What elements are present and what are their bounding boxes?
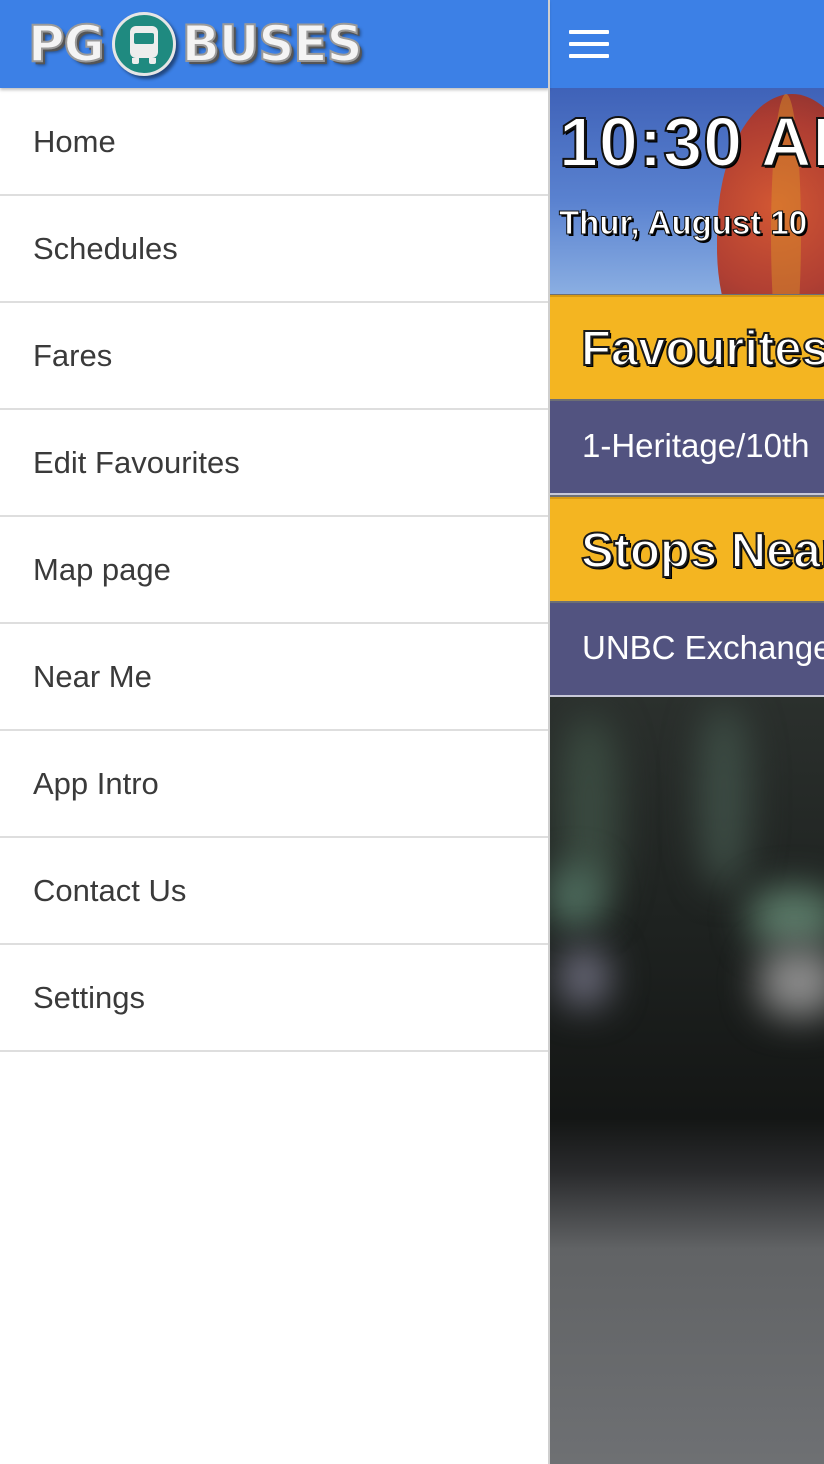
background-photo xyxy=(549,697,824,1464)
menu-item-fares[interactable]: Fares xyxy=(0,303,549,410)
main-header xyxy=(549,0,824,88)
hamburger-menu-icon[interactable] xyxy=(569,30,609,58)
clock-time: 10:30 AM xyxy=(558,102,824,182)
menu-item-schedules[interactable]: Schedules xyxy=(0,196,549,303)
app-screen: 10:30 AM Thur, August 10 Favourites 1-He… xyxy=(0,0,824,1464)
stop-item-label: UNBC Exchange xyxy=(582,629,824,666)
drawer-edge xyxy=(548,0,550,1464)
stops-near-header: Stops Near Me xyxy=(549,497,824,601)
favourite-item-label: 1-Heritage/10th xyxy=(582,427,810,464)
drawer-header: PG BUSES xyxy=(0,0,549,88)
clock-banner: 10:30 AM Thur, August 10 xyxy=(549,88,824,294)
pg-buses-logo[interactable]: PG BUSES xyxy=(27,10,364,78)
menu-item-edit-favourites[interactable]: Edit Favourites xyxy=(0,410,549,517)
navigation-drawer: PG BUSES Home Schedules Fares Edit Favou… xyxy=(0,0,549,1464)
logo-text-pg: PG xyxy=(27,14,106,74)
menu-item-contact-us[interactable]: Contact Us xyxy=(0,838,549,945)
menu-item-app-intro[interactable]: App Intro xyxy=(0,731,549,838)
menu-item-map-page[interactable]: Map page xyxy=(0,517,549,624)
menu-item-settings[interactable]: Settings xyxy=(0,945,549,1052)
stops-near-title: Stops Near Me xyxy=(580,523,824,579)
favourites-header: Favourites xyxy=(549,295,824,399)
logo-text-buses: BUSES xyxy=(181,14,364,74)
favourite-item[interactable]: 1-Heritage/10th xyxy=(549,401,824,495)
stop-item[interactable]: UNBC Exchange xyxy=(549,603,824,697)
favourites-title: Favourites xyxy=(580,321,824,377)
main-content: 10:30 AM Thur, August 10 Favourites 1-He… xyxy=(549,0,824,1464)
menu-item-home[interactable]: Home xyxy=(0,89,549,196)
bus-icon xyxy=(111,12,176,76)
clock-date: Thur, August 10 xyxy=(558,204,808,242)
drawer-menu: Home Schedules Fares Edit Favourites Map… xyxy=(0,89,549,1052)
menu-item-near-me[interactable]: Near Me xyxy=(0,624,549,731)
